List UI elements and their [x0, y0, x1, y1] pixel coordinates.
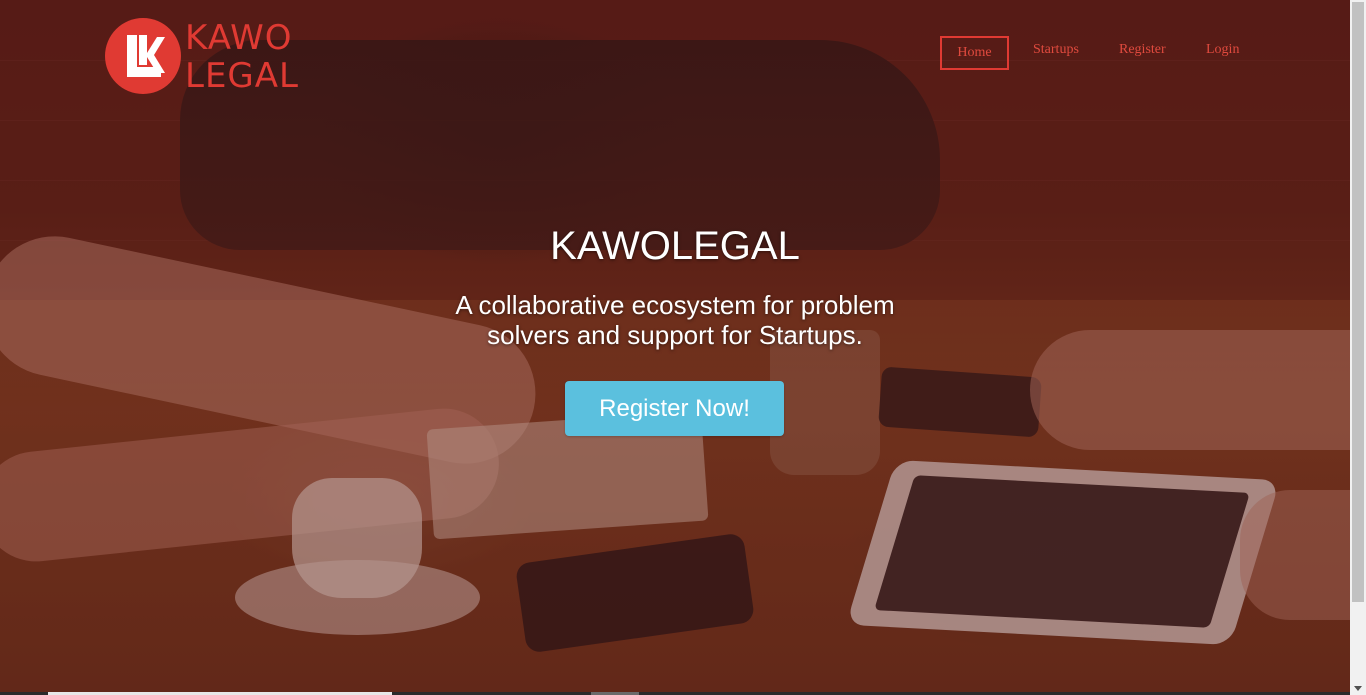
- landing-page: KAWO LEGAL Home Startups Register Login …: [0, 0, 1366, 695]
- register-now-button[interactable]: Register Now!: [565, 381, 784, 436]
- nav-login-link[interactable]: Login: [1206, 36, 1239, 70]
- hero-subtitle: A collaborative ecosystem for problem so…: [455, 290, 895, 350]
- site-logo[interactable]: KAWO LEGAL: [105, 18, 315, 96]
- logo-lk-icon: [127, 35, 165, 77]
- logo-text-line1: KAWO: [185, 18, 293, 58]
- logo-text-line2: LEGAL: [185, 56, 299, 96]
- hero-title: KAWOLEGAL: [550, 224, 800, 268]
- scroll-down-arrow-icon[interactable]: [1354, 686, 1362, 691]
- vertical-scrollbar[interactable]: [1350, 0, 1366, 695]
- logo-circle: [105, 18, 181, 94]
- nav-home-link[interactable]: Home: [940, 36, 1009, 70]
- vertical-scrollbar-thumb[interactable]: [1352, 2, 1364, 602]
- nav-startups-link[interactable]: Startups: [1033, 36, 1079, 70]
- nav-register-link[interactable]: Register: [1119, 36, 1166, 70]
